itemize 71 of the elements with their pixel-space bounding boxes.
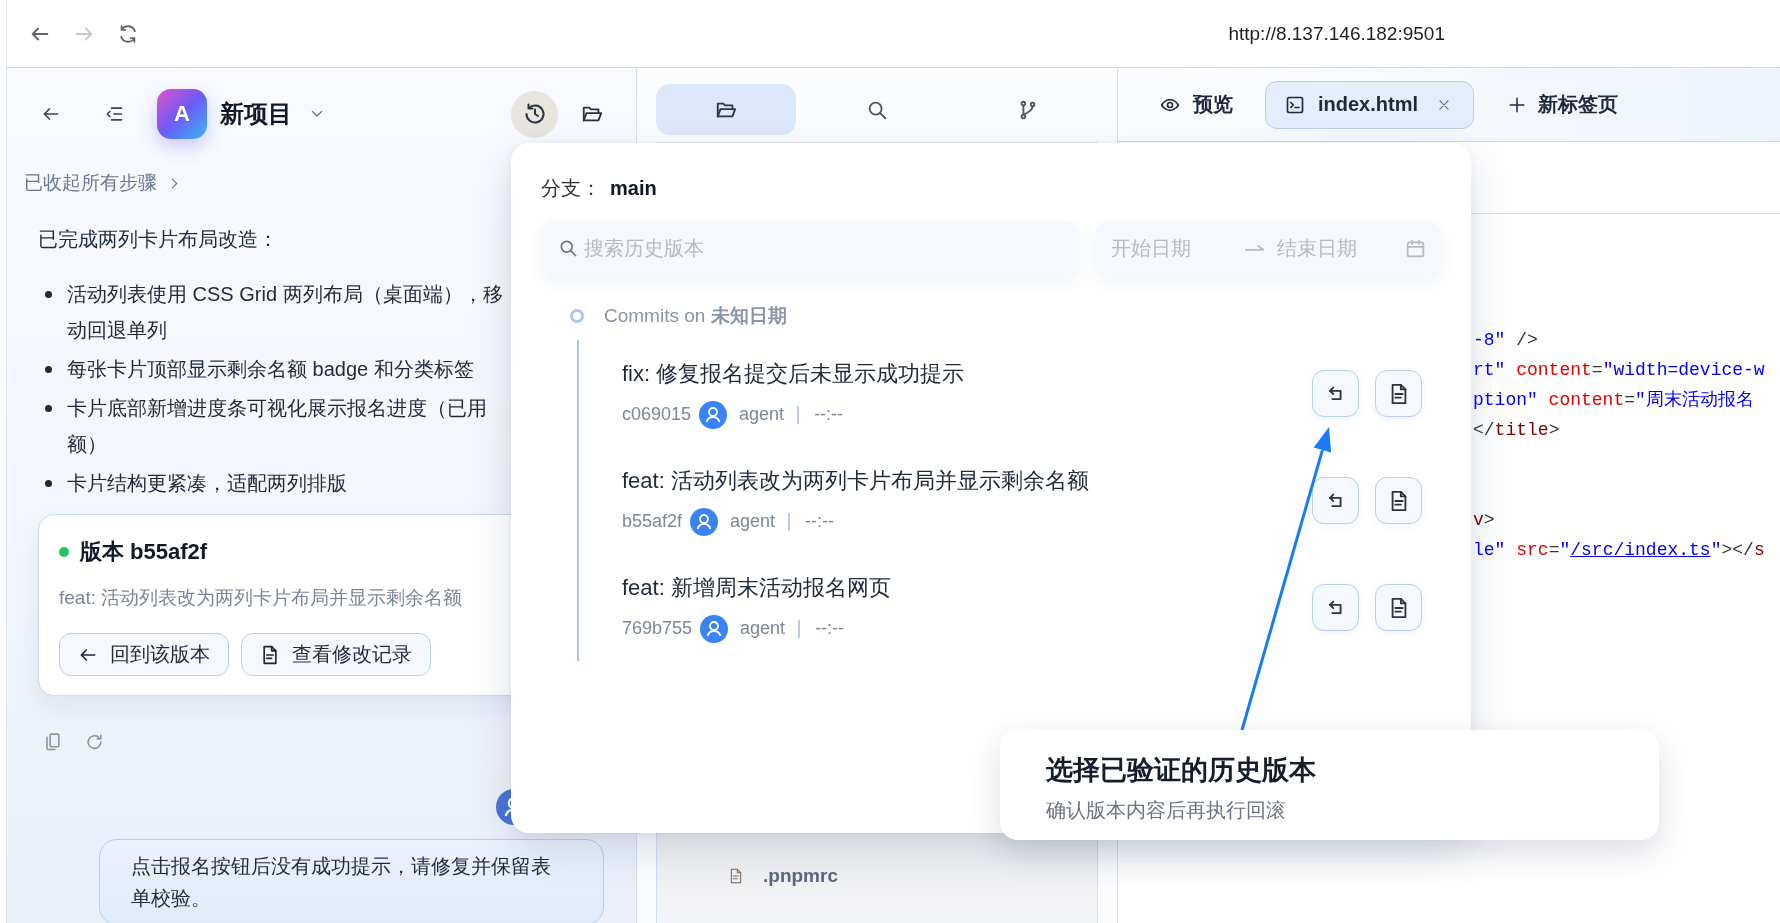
refresh-icon[interactable] xyxy=(85,732,104,752)
commit-time: --:-- xyxy=(805,511,835,532)
code-line: rt" content="width=device-w xyxy=(1473,359,1765,382)
branch-name: main xyxy=(610,176,657,200)
file-tree-item[interactable]: .pnpmrc xyxy=(728,856,838,896)
commit-author: agent xyxy=(730,511,776,532)
plus-icon xyxy=(1508,95,1526,114)
reload-icon[interactable] xyxy=(117,22,139,45)
tip-title: 选择已验证的历史版本 xyxy=(1046,754,1316,787)
tip-subtitle: 确认版本内容后再执行回滚 xyxy=(1046,798,1286,823)
view-file-button[interactable] xyxy=(1375,370,1422,417)
search-field[interactable]: 搜索历史版本 xyxy=(541,221,1079,276)
commit-author: agent xyxy=(739,404,785,425)
revert-version-button[interactable]: 回到该版本 xyxy=(59,633,229,676)
project-name[interactable]: 新项目 xyxy=(220,98,292,130)
commit-author: agent xyxy=(740,618,786,639)
view-file-button[interactable] xyxy=(1375,477,1422,524)
version-message: feat: 活动列表改为两列卡片布局并显示剩余名额 xyxy=(59,586,463,610)
code-line: -8" /> xyxy=(1473,329,1538,352)
document-icon xyxy=(260,644,280,665)
bullet-dot-icon xyxy=(45,365,52,373)
code-line: ption" content="周末活动报名 xyxy=(1473,389,1754,412)
bullet-dot-icon xyxy=(45,404,52,412)
range-arrow-icon xyxy=(1245,243,1265,254)
new-tab-button[interactable]: 新标签页 xyxy=(1508,91,1618,118)
address-url[interactable]: http://8.137.146.182:9501 xyxy=(1228,22,1445,45)
project-avatar: A xyxy=(157,89,207,139)
sidebar-collapse-icon[interactable] xyxy=(104,104,124,124)
user-message-bubble: 点击报名按钮后没有成功提示，请修复并保留表单校验。 xyxy=(99,839,604,923)
history-button[interactable] xyxy=(511,90,558,138)
commit-message: fix: 修复报名提交后未显示成功提示 xyxy=(622,359,965,388)
code-line: le" src="/src/index.ts"></s xyxy=(1473,539,1765,562)
code-link[interactable]: /src/index.ts xyxy=(1570,540,1711,560)
terminal-icon xyxy=(1285,94,1305,115)
view-file-button[interactable] xyxy=(1375,584,1422,631)
commit-hash: b55af2f xyxy=(622,511,683,532)
bullet-dot-icon xyxy=(45,290,52,298)
commit-message: feat: 活动列表改为两列卡片布局并显示剩余名额 xyxy=(622,466,1089,495)
version-title: 版本 b55af2f xyxy=(80,538,208,566)
file-icon xyxy=(728,867,744,885)
revert-button[interactable] xyxy=(1312,584,1359,631)
summary-text: 已完成两列卡片布局改造： xyxy=(38,227,278,252)
commit-message: feat: 新增周末活动报名网页 xyxy=(622,573,891,602)
branch-label: 分支： xyxy=(541,175,601,201)
view-changes-button[interactable]: 查看修改记录 xyxy=(241,633,431,676)
code-line: v> xyxy=(1473,509,1495,532)
commit-hash: c069015 xyxy=(622,404,692,425)
end-date-input[interactable]: 结束日期 xyxy=(1277,237,1387,260)
bullet-dot-icon xyxy=(45,479,52,487)
author-avatar-icon xyxy=(699,400,728,429)
search-icon xyxy=(558,238,578,258)
author-avatar-icon xyxy=(700,614,729,643)
preview-tab[interactable]: 预览 xyxy=(1145,80,1248,129)
code-line: </title> xyxy=(1473,419,1560,442)
collapsed-steps-toggle[interactable]: 已收起所有步骤 xyxy=(24,168,181,198)
bullet-text: 每张卡片顶部显示剩余名额 badge 和分类标签 xyxy=(67,357,474,382)
file-tab[interactable]: index.html xyxy=(1265,80,1474,129)
copy-icon[interactable] xyxy=(43,732,62,752)
bullet-text: 卡片底部新增进度条可视化展示报名进度（已用 额） xyxy=(67,396,487,457)
commit-time: --:-- xyxy=(814,404,844,425)
close-icon[interactable] xyxy=(1437,97,1451,112)
revert-button[interactable] xyxy=(1312,370,1359,417)
commit-time: --:-- xyxy=(815,618,845,639)
revert-button[interactable] xyxy=(1312,477,1359,524)
timeline-marker-icon xyxy=(570,309,584,323)
start-date-input[interactable]: 开始日期 xyxy=(1111,237,1225,260)
commit-group-title: Commits on 未知日期 xyxy=(604,304,787,328)
bullet-text: 活动列表使用 CSS Grid 两列布局（桌面端），移 动回退单列 xyxy=(67,282,503,343)
commit-hash: 769b755 xyxy=(622,618,693,639)
bullet-text: 卡片结构更紧凑，适配两列排版 xyxy=(67,471,347,496)
author-avatar-icon xyxy=(690,507,719,536)
